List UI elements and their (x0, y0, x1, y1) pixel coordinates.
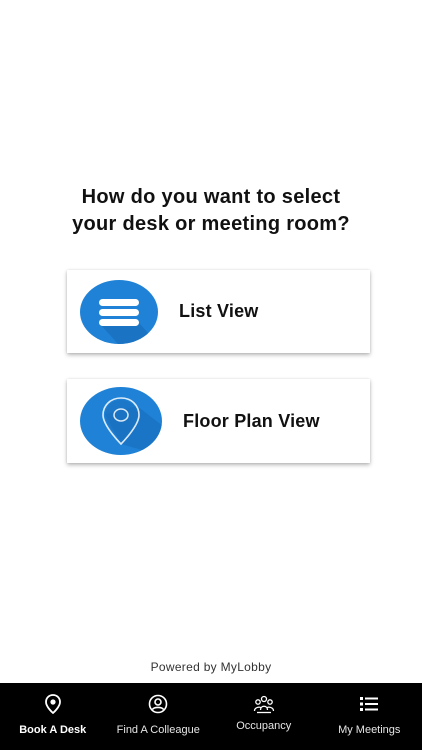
tab-my-meetings[interactable]: My Meetings (317, 683, 422, 750)
tab-label-book-a-desk: Book A Desk (19, 724, 87, 736)
question-line-1: How do you want to select (81, 186, 341, 208)
floor-plan-view-label: Floor Plan View (183, 410, 320, 431)
bottom-tab-bar: Book A Desk Find A Colleague Occupancy M… (0, 683, 422, 750)
question-line-2: your desk or meeting room? (72, 213, 350, 235)
tab-find-a-colleague[interactable]: Find A Colleague (106, 683, 212, 750)
tab-book-a-desk[interactable]: Book A Desk (0, 683, 106, 750)
map-pin-icon (79, 386, 163, 456)
people-group-icon (253, 693, 275, 715)
user-circle-icon (148, 693, 168, 715)
selection-question: How do you want to select your desk or m… (0, 184, 422, 238)
tab-label-occupancy: Occupancy (236, 720, 292, 732)
list-view-option[interactable]: List View (67, 270, 370, 353)
tab-label-find-a-colleague: Find A Colleague (116, 724, 200, 736)
list-icon (79, 279, 159, 345)
list-view-label: List View (179, 301, 259, 321)
list-bullets-icon (359, 693, 379, 715)
tab-label-my-meetings: My Meetings (338, 724, 401, 736)
location-pin-icon (44, 693, 61, 715)
tab-occupancy[interactable]: Occupancy (211, 683, 317, 750)
powered-by-text: Powered by MyLobby (150, 660, 272, 674)
floor-plan-view-option[interactable]: Floor Plan View (67, 379, 370, 463)
